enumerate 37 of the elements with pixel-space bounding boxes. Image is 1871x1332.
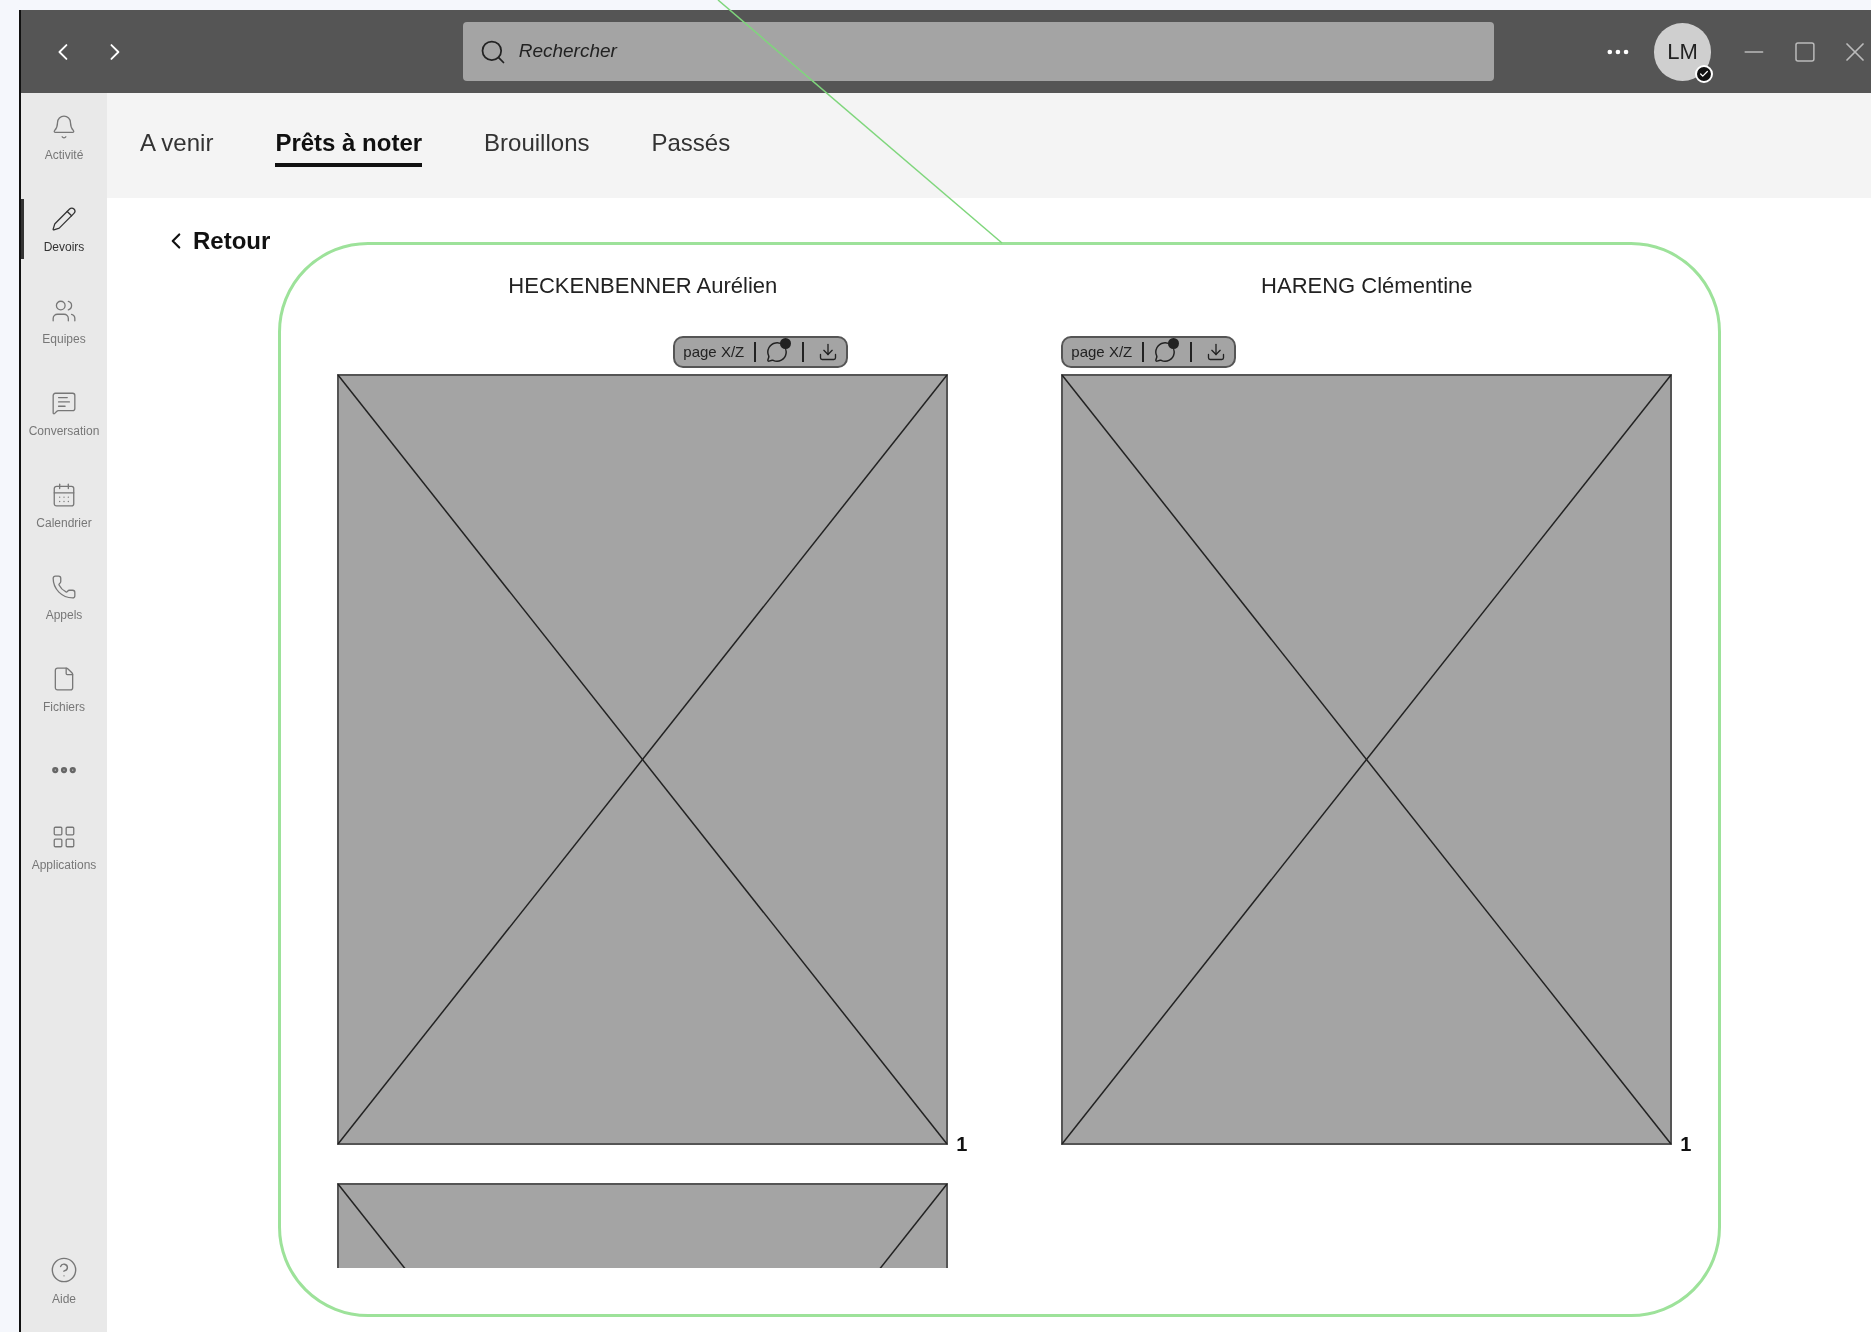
status-badge-icon	[1695, 64, 1714, 83]
help-item[interactable]: Aide	[21, 1236, 107, 1328]
sidebar-item[interactable]: Calendrier	[21, 461, 107, 553]
help-icon	[50, 1256, 78, 1284]
add-comment-icon[interactable]	[1154, 341, 1177, 363]
tab[interactable]: Passés	[651, 124, 731, 167]
tab[interactable]: Prêts à noter	[275, 124, 423, 167]
student-name: HARENG Clémentine	[1261, 272, 1473, 300]
grid-icon	[51, 824, 77, 850]
sidebar-item[interactable]: Activité	[21, 93, 107, 185]
page-indicator: page X/Z	[1071, 341, 1133, 362]
people-icon	[51, 298, 77, 324]
chat-icon	[51, 390, 77, 416]
sidebar-item[interactable]: Conversation	[21, 369, 107, 461]
sidebar-item[interactable]: Equipes	[21, 277, 107, 369]
search-bar[interactable]: Rechercher	[462, 22, 1494, 81]
sidebar-item[interactable]: Devoirs	[21, 185, 107, 277]
sidebar-item[interactable]: Fichiers	[21, 645, 107, 737]
maximize-icon[interactable]	[1793, 39, 1817, 64]
avatar[interactable]: LM	[1653, 22, 1712, 81]
phone-icon	[51, 574, 77, 600]
download-icon[interactable]	[1206, 342, 1227, 362]
search-input[interactable]: Rechercher	[518, 37, 1478, 66]
page-number: 1	[1680, 1132, 1692, 1157]
student-name: HECKENBENNER Aurélien	[508, 272, 778, 300]
page-indicator: page X/Z	[683, 341, 745, 362]
calendar-icon	[51, 482, 77, 508]
bell-icon	[51, 114, 77, 140]
sidebar-item[interactable]: Appels	[21, 553, 107, 645]
back-link[interactable]: Retour	[163, 224, 271, 258]
add-comment-icon[interactable]	[766, 341, 789, 363]
download-icon[interactable]	[818, 342, 839, 362]
tab[interactable]: Brouillons	[484, 124, 590, 167]
sidebar-item[interactable]: Applications	[21, 803, 107, 895]
tab[interactable]: A venir	[140, 124, 214, 167]
page-number: 1	[956, 1132, 968, 1157]
pencil-icon	[51, 206, 77, 232]
